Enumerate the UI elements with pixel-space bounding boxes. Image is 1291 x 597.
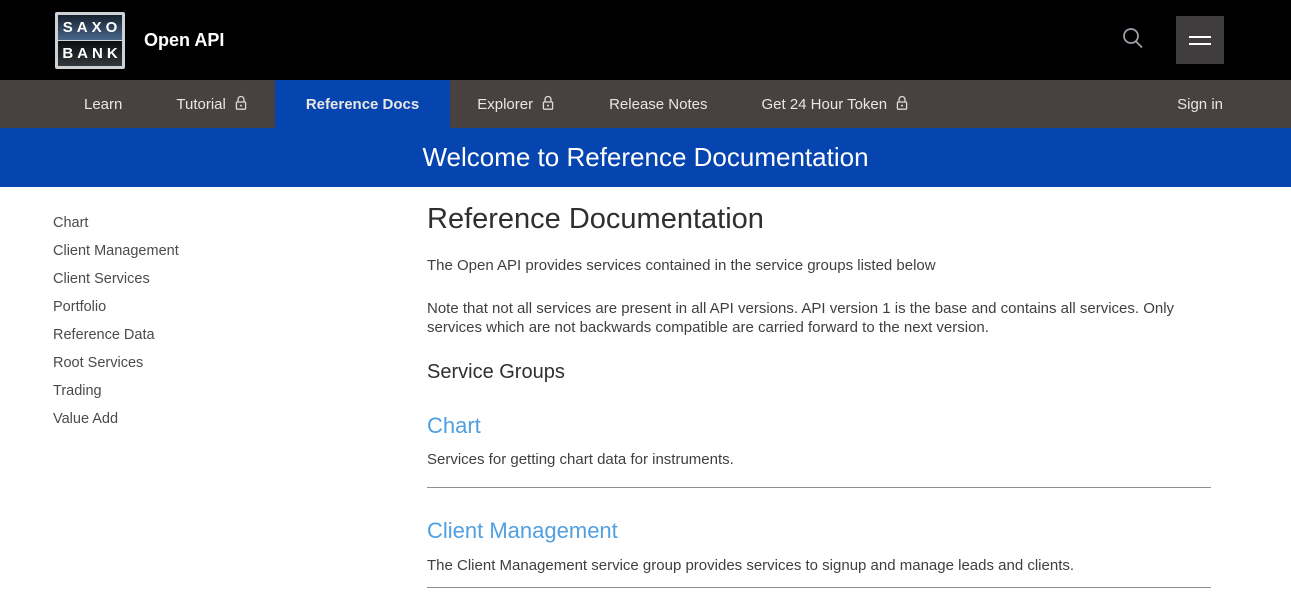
saxo-bank-logo[interactable]: SAXO BANK: [55, 12, 125, 69]
sign-in-label: Sign in: [1177, 96, 1223, 113]
logo-line1: SAXO: [59, 19, 122, 36]
nav-item-reference-docs[interactable]: Reference Docs: [275, 80, 450, 128]
sidebar-item-chart[interactable]: Chart: [53, 209, 427, 237]
page-banner: Welcome to Reference Documentation: [0, 128, 1291, 187]
page-title: Reference Documentation: [427, 203, 1211, 236]
content-area: Chart Client Management Client Services …: [0, 187, 1291, 588]
nav-label: Release Notes: [609, 96, 707, 113]
nav-label: Get 24 Hour Token: [761, 96, 887, 113]
service-group-description: The Client Management service group prov…: [427, 556, 1211, 575]
hamburger-menu-button[interactable]: [1176, 16, 1224, 64]
sidebar: Chart Client Management Client Services …: [0, 187, 427, 588]
nav-label: Reference Docs: [306, 96, 419, 113]
logo-line2: BANK: [58, 45, 121, 62]
nav-label: Tutorial: [176, 96, 225, 113]
hamburger-icon: [1189, 43, 1211, 45]
nav-label: Explorer: [477, 96, 533, 113]
service-group-link-client-management[interactable]: Client Management: [427, 518, 618, 544]
nav-label: Learn: [84, 96, 122, 113]
service-group-client-management: Client Management The Client Management …: [427, 488, 1211, 588]
lock-icon: [895, 95, 909, 111]
app-title: Open API: [144, 30, 224, 51]
logo-bottom-half: BANK: [58, 41, 122, 66]
hamburger-icon: [1189, 36, 1211, 38]
nav-item-learn[interactable]: Learn: [57, 80, 149, 128]
sidebar-item-value-add[interactable]: Value Add: [53, 405, 427, 433]
sidebar-item-root-services[interactable]: Root Services: [53, 349, 427, 377]
service-group-chart: Chart Services for getting chart data fo…: [427, 384, 1211, 488]
note-paragraph: Note that not all services are present i…: [427, 299, 1211, 337]
main-navbar: Learn Tutorial Reference Docs Explorer R…: [0, 80, 1291, 128]
nav-item-tutorial[interactable]: Tutorial: [149, 80, 274, 128]
sidebar-item-trading[interactable]: Trading: [53, 377, 427, 405]
logo-top-half: SAXO: [58, 15, 122, 41]
service-group-description: Services for getting chart data for inst…: [427, 450, 1211, 469]
nav-item-release-notes[interactable]: Release Notes: [582, 80, 734, 128]
nav-item-get-24-hour-token[interactable]: Get 24 Hour Token: [734, 80, 936, 128]
banner-title: Welcome to Reference Documentation: [422, 142, 868, 173]
sidebar-item-client-services[interactable]: Client Services: [53, 265, 427, 293]
top-header: SAXO BANK Open API: [0, 0, 1291, 80]
lock-icon: [234, 95, 248, 111]
sidebar-item-client-management[interactable]: Client Management: [53, 237, 427, 265]
service-group-link-chart[interactable]: Chart: [427, 413, 481, 439]
sidebar-item-portfolio[interactable]: Portfolio: [53, 293, 427, 321]
service-groups-heading: Service Groups: [427, 361, 1211, 384]
main-content: Reference Documentation The Open API pro…: [427, 187, 1291, 588]
nav-item-explorer[interactable]: Explorer: [450, 80, 582, 128]
sidebar-item-reference-data[interactable]: Reference Data: [53, 321, 427, 349]
sign-in-button[interactable]: Sign in: [1177, 80, 1223, 128]
intro-paragraph: The Open API provides services contained…: [427, 256, 1211, 275]
search-icon: [1120, 26, 1146, 55]
divider: [427, 587, 1211, 588]
search-button[interactable]: [1116, 23, 1150, 57]
lock-icon: [541, 95, 555, 111]
